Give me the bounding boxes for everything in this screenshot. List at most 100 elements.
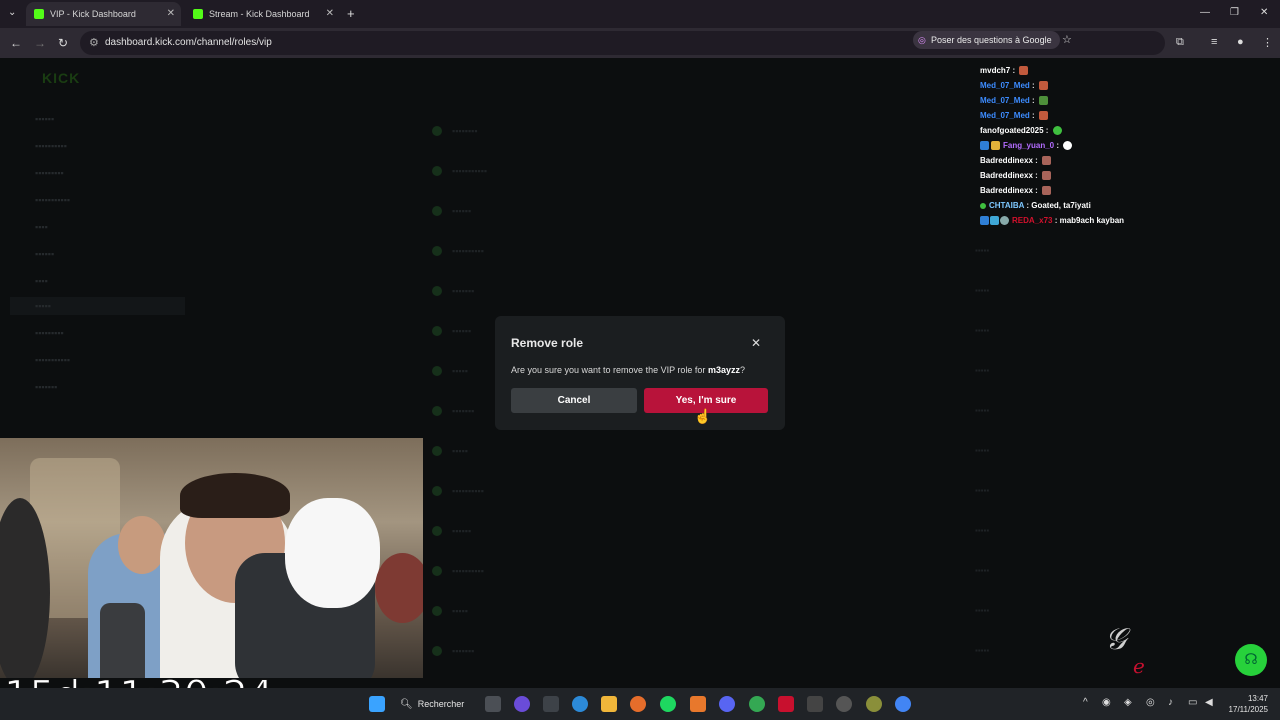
close-tab-icon[interactable]: ✕ [167,8,175,19]
sidebar-item[interactable]: ▪▪▪▪▪▪ [35,249,54,259]
network-icon[interactable]: ▭ [1188,697,1197,708]
sidebar-item[interactable]: ▪▪▪▪ [35,222,48,232]
vip-row[interactable]: ▪▪▪▪▪ ▪▪▪▪▪ [430,436,1020,470]
sidebar-item[interactable]: ▪▪▪▪▪▪ [35,114,54,124]
browser-tab-bar: ⌄ VIP - Kick Dashboard ✕ Stream - Kick D… [0,0,1280,28]
tab-vip[interactable]: VIP - Kick Dashboard ✕ [26,2,181,26]
emote-icon [1038,96,1048,106]
chat-username: Badreddinexx [980,156,1033,165]
microphone-icon[interactable]: ♪ [1168,697,1173,708]
vip-row[interactable]: ▪▪▪▪▪▪▪ ▪▪▪▪▪ [430,276,1020,310]
edge-icon[interactable] [572,696,588,712]
menu-kebab-icon[interactable]: ⋮ [1262,36,1273,49]
extensions-icon[interactable]: ⧉ [1176,36,1184,49]
dialog-username: m3ayzz [707,365,740,375]
chat-username: fanofgoated2025 [980,126,1044,135]
signature-logo: 𝒢 [1105,622,1127,657]
profile-avatar-icon[interactable]: ● [1237,36,1244,48]
emote-icon [1019,66,1029,76]
vip-row[interactable]: ▪▪▪▪▪▪▪▪▪▪ ▪▪▪▪▪ [430,556,1020,590]
vip-row[interactable]: ▪▪▪▪▪▪▪▪▪▪ ▪▪▪▪▪ [430,236,1020,270]
chat-message: mvdch7 : [980,66,1029,76]
tray-overflow-icon[interactable]: ^ [1083,697,1088,708]
chat-message: REDA_x73 : mab9ach kayban [980,216,1125,226]
close-window-icon[interactable]: ✕ [1260,7,1268,18]
vip-row[interactable]: ▪▪▪▪▪▪▪▪▪▪▪ [430,156,1020,190]
sidebar-item[interactable]: ▪▪▪▪▪▪▪▪▪▪ [35,141,67,151]
vip-row[interactable]: ▪▪▪▪▪▪▪▪▪▪ ▪▪▪▪▪ [430,476,1020,510]
vip-row[interactable]: ▪▪▪▪▪ ▪▪▪▪▪ [430,596,1020,630]
emote-icon [1042,186,1052,196]
bookmark-star-icon[interactable]: ☆ [1062,33,1072,46]
search-icon: 🔍︎ [400,699,413,710]
cancel-button[interactable]: Cancel [511,388,637,413]
search-label: Rechercher [417,699,465,709]
vip-row[interactable]: ▪▪▪▪▪▪▪▪▪▪▪ [430,516,1020,550]
app-icon[interactable] [690,696,706,712]
ask-google-button[interactable]: ◎ Poser des questions à Google [913,31,1060,49]
windows-start-icon[interactable] [369,696,385,712]
chat-username: Fang_yuan_0 [1003,141,1055,150]
hand-cursor-icon: ☝ [694,408,712,424]
chat-message: Med_07_Med : [980,111,1048,121]
media-icon[interactable]: ≡ [1211,36,1217,48]
sidebar-item[interactable]: ▪▪▪▪▪▪▪ [35,382,57,392]
app-icon[interactable] [807,696,823,712]
new-tab-icon[interactable]: + [347,6,355,21]
clock-time: 13:47 [1247,694,1268,703]
emote-icon [1063,141,1073,151]
chat-message: Badreddinexx : [980,156,1052,166]
app-icon[interactable] [836,696,852,712]
close-tab-icon[interactable]: ✕ [326,8,334,19]
taskbar-clock[interactable]: 13:47 17/11/2025 [1224,693,1268,715]
restore-icon[interactable]: ❐ [1230,7,1239,18]
discord-tray-icon[interactable]: ◉ [1102,697,1111,708]
sidebar-item[interactable]: ▪▪▪▪ [35,276,48,286]
badge-icon [980,202,986,209]
vip-row[interactable]: ▪▪▪▪▪▪▪▪ [430,116,1020,150]
volume-icon[interactable]: ◀ [1205,697,1213,708]
spotify-icon[interactable] [660,696,676,712]
support-chat-icon[interactable]: ☊ [1235,644,1267,676]
chat-text: Goated, ta7iyati [1031,201,1091,210]
emote-icon [1038,81,1048,91]
sidebar-item[interactable]: ▪▪▪▪▪▪▪▪▪▪▪ [35,195,70,205]
discord-icon[interactable] [719,696,735,712]
forward-icon[interactable]: → [34,36,46,50]
chrome-active-icon[interactable] [895,696,911,712]
chat-message: Badreddinexx : [980,186,1052,196]
app-icon[interactable] [778,696,794,712]
tray-icon[interactable]: ◎ [1146,697,1155,708]
webcam-overlay [0,438,423,678]
vip-row[interactable]: ▪▪▪▪▪▪▪ ▪▪▪▪▪ [430,636,1020,670]
vip-row[interactable]: ▪▪▪▪▪▪ [430,196,1020,230]
dialog-title: Remove role [511,336,584,350]
sidebar-item[interactable]: ▪▪▪▪▪▪▪▪▪ [35,328,64,338]
chat-username: Badreddinexx [980,171,1033,180]
badge-icon [990,216,999,226]
chat-text: mab9ach kayban [1059,216,1125,225]
minimize-icon[interactable]: — [1200,7,1210,18]
firefox-icon[interactable] [630,696,646,712]
site-info-icon[interactable]: ⚙ [89,36,99,49]
gallery-icon[interactable] [543,696,559,712]
sidebar-item-roles[interactable]: ▪▪▪▪▪ [10,297,185,315]
steam-tray-icon[interactable]: ◈ [1124,697,1132,708]
sidebar-item[interactable]: ▪▪▪▪▪▪▪▪▪▪▪ [35,355,70,365]
badge-icon [980,216,989,226]
task-view-icon[interactable] [485,696,501,712]
app-icon[interactable] [866,696,882,712]
sidebar-item[interactable]: ▪▪▪▪▪▪▪▪▪ [35,168,64,178]
close-icon[interactable]: ✕ [751,336,761,350]
reload-icon[interactable]: ↻ [58,36,68,50]
back-icon[interactable]: ← [10,36,22,50]
tab-list-icon[interactable]: ⌄ [8,7,16,18]
chat-username: REDA_x73 [1012,216,1053,225]
badge-icon [980,141,989,151]
clock-date: 17/11/2025 [1228,705,1268,714]
tab-stream[interactable]: Stream - Kick Dashboard ✕ [185,2,340,26]
file-explorer-icon[interactable] [601,696,617,712]
app-icon[interactable] [514,696,530,712]
chrome-icon[interactable] [749,696,765,712]
taskbar-search[interactable]: 🔍︎ Rechercher [400,695,464,713]
